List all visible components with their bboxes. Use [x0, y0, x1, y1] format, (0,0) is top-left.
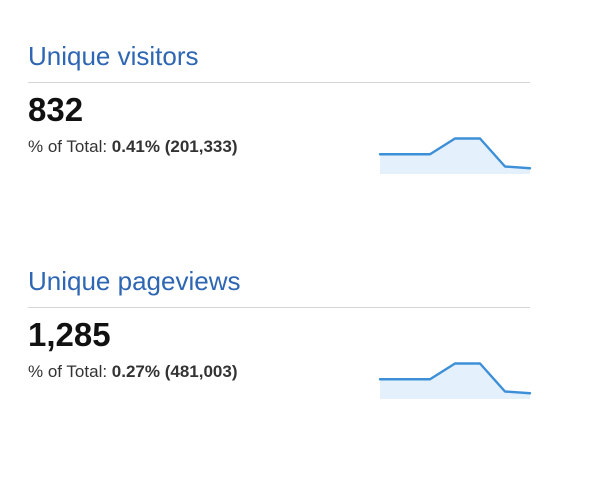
sparkline-chart	[378, 362, 532, 399]
metric-subline-prefix: % of Total:	[28, 137, 112, 156]
metric-percent: 0.41%	[111, 137, 160, 156]
metric-card-unique-visitors: Unique visitors 832 % of Total: 0.41% (2…	[28, 40, 532, 265]
metric-total: (481,003)	[164, 362, 238, 381]
metric-title[interactable]: Unique visitors	[28, 40, 530, 72]
metric-value: 832	[28, 91, 84, 128]
metric-total: (201,333)	[164, 137, 238, 156]
sparkline-chart	[378, 137, 532, 174]
metric-value: 1,285	[28, 316, 111, 353]
metrics-panel: Unique visitors 832 % of Total: 0.41% (2…	[28, 40, 532, 490]
sparkline-area	[380, 138, 530, 174]
metric-percent: 0.27%	[111, 362, 160, 381]
metric-card-unique-pageviews: Unique pageviews 1,285 % of Total: 0.27%…	[28, 265, 532, 490]
sparkline-area	[380, 363, 530, 399]
metric-divider	[28, 307, 530, 308]
metric-title[interactable]: Unique pageviews	[28, 265, 530, 297]
metric-divider	[28, 82, 530, 83]
metric-subline-prefix: % of Total:	[28, 362, 112, 381]
